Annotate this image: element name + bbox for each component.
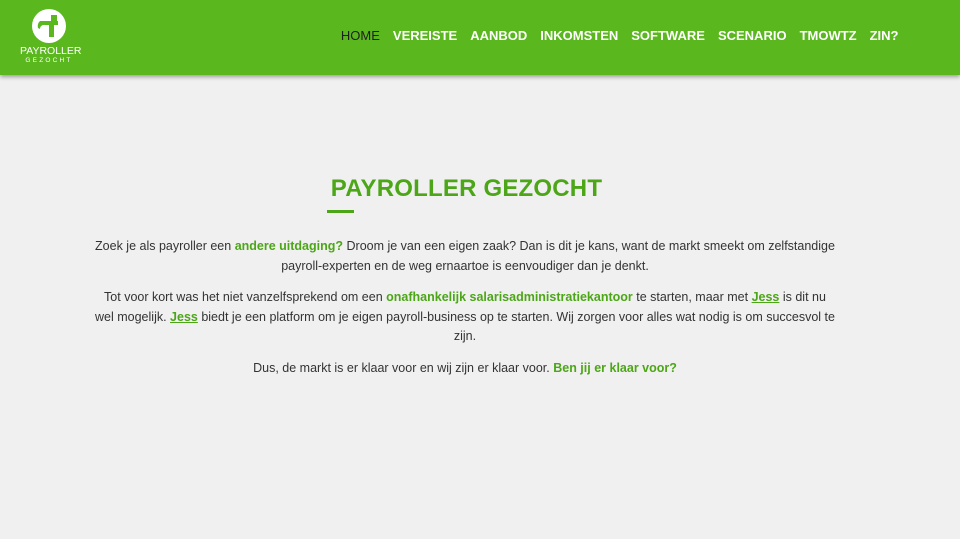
p2-text-middle-1: te starten, maar met [632,290,752,304]
p1-text-after: Droom je van een eigen zaak? Dan is dit … [281,239,835,273]
nav-item-tmowtz[interactable]: TMOWTZ [793,28,863,43]
p3-highlight: Ben jij er klaar voor? [553,360,677,375]
nav-item-vereiste[interactable]: VEREISTE [386,28,463,43]
nav-item-inkomsten[interactable]: INKOMSTEN [534,28,625,43]
p2-text-before: Tot voor kort was het niet vanzelfspreke… [104,290,387,304]
brand-name: PAYROLLER [20,45,82,57]
intro-paragraph-3: Dus, de markt is er klaar voor en wij zi… [95,359,835,379]
intro-paragraph-2: Tot voor kort was het niet vanzelfspreke… [95,288,835,347]
nav-item-zin[interactable]: ZIN? [863,28,905,43]
nav-item-aanbod[interactable]: AANBOD [464,28,534,43]
p2-text-after: biedt je een platform om je eigen payrol… [197,309,835,344]
intro-text: Zoek je als payroller een andere uitdagi… [95,237,835,390]
main-nav: HOME VEREISTE AANBOD INKOMSTEN SOFTWARE … [334,28,905,43]
nav-item-software[interactable]: SOFTWARE [625,28,712,43]
intro-paragraph-1: Zoek je als payroller een andere uitdagi… [95,237,835,276]
p2-highlight: onafhankelijk salarisadministratiekantoo… [386,290,633,304]
p1-highlight: andere uitdaging? [234,239,344,253]
nav-item-home[interactable]: HOME [334,28,386,43]
jess-link-2[interactable]: Jess [170,310,198,324]
jess-link-1[interactable]: Jess [752,290,780,304]
page-title: PAYROLLER GEZOCHT [330,175,603,202]
brand-tagline: GEZOCHT [25,57,73,64]
site-header: PAYROLLER GEZOCHT HOME VEREISTE AANBOD I… [0,0,960,75]
p1-text-before: Zoek je als payroller een [95,239,235,253]
title-underline [327,210,354,213]
p3-text-before: Dus, de markt is er klaar voor en wij zi… [253,360,554,375]
nav-item-scenario[interactable]: SCENARIO [711,28,793,43]
brand-logo[interactable]: PAYROLLER GEZOCHT [20,8,82,68]
main-content: PAYROLLER GEZOCHT Zoek je als payroller … [0,75,960,539]
payroller-figure-icon [32,9,66,43]
